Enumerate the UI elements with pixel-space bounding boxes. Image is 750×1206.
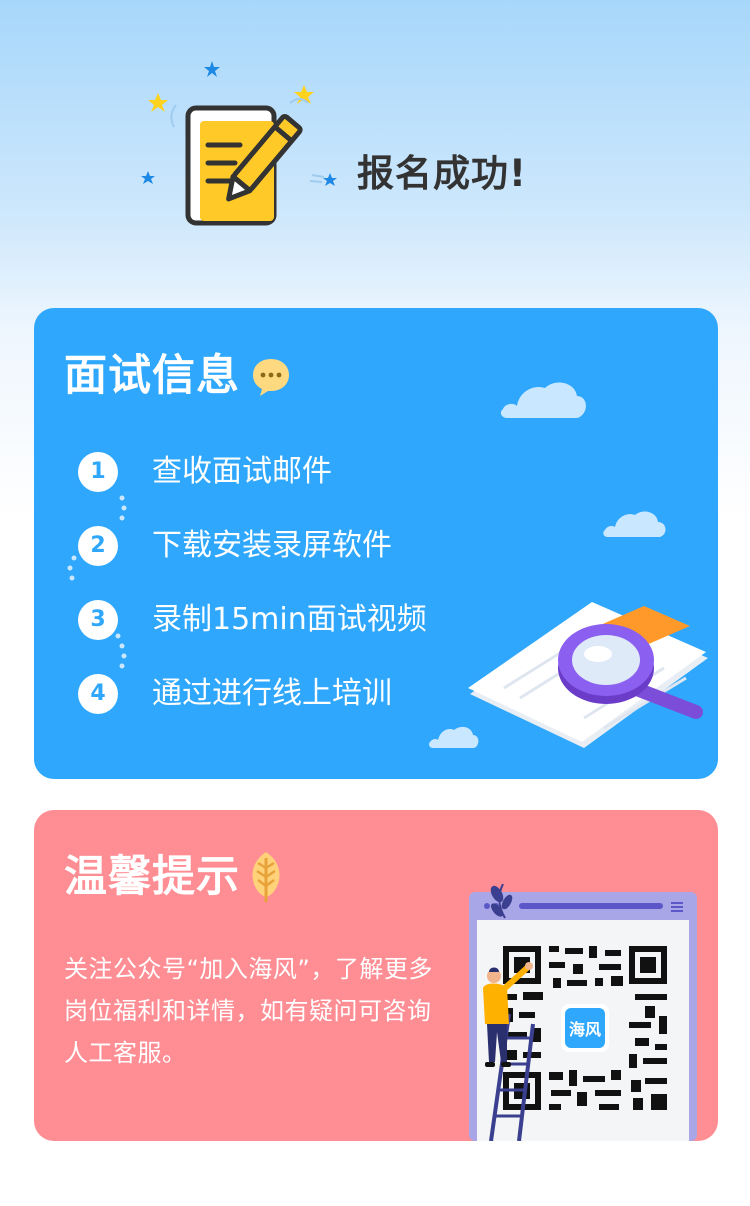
interview-steps-list: 1 查收面试邮件 2 下载安装录屏软件 3 录制15min面试视频 4 通过进行… (34, 308, 454, 779)
tips-text: 关注公众号“加入海风”，了解更多岗位福利和详情，如有疑问可咨询人工客服。 (64, 955, 433, 1067)
document-pencil-icon (141, 61, 337, 226)
cloud-icon (500, 382, 586, 418)
step-label: 录制15min面试视频 (152, 602, 427, 637)
step-number-badge: 3 (78, 600, 118, 640)
page-title: 报名成功! (357, 152, 527, 195)
tips-card: 温馨提示 关注公众号“加入海风”，了解更多岗位福利和详情，如有疑问可咨询人工客服… (34, 810, 718, 1141)
tips-card-title: 温馨提示 (64, 852, 240, 902)
step-number-badge: 4 (78, 674, 118, 714)
qr-code-illustration: 海风 (469, 884, 697, 1141)
magnifier-document-icon (468, 602, 708, 748)
interview-info-card: 面试信息 1 查收面试邮件 2 下载安装录屏软件 3 录制15min面试视频 4… (34, 308, 718, 779)
leaf-icon (252, 852, 280, 902)
qr-logo-text: 海风 (569, 1020, 601, 1039)
step-number-badge: 2 (78, 526, 118, 566)
cloud-icon (603, 511, 666, 537)
success-header: 报名成功! (0, 0, 750, 290)
step-label: 通过进行线上培训 (152, 676, 392, 711)
step-label: 下载安装录屏软件 (152, 528, 392, 563)
step-number-badge: 1 (78, 452, 118, 492)
step-label: 查收面试邮件 (152, 454, 332, 489)
